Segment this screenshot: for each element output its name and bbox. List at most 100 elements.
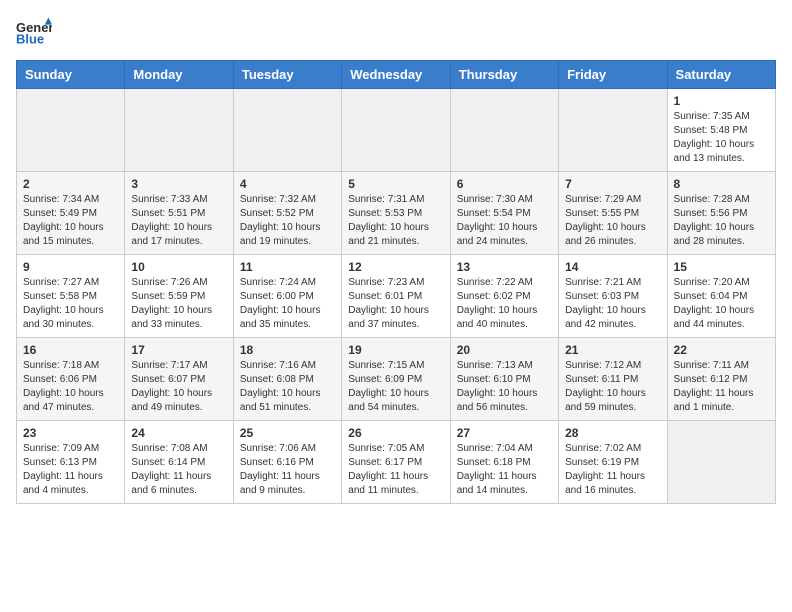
- day-info: Sunrise: 7:32 AM Sunset: 5:52 PM Dayligh…: [240, 193, 335, 249]
- calendar-cell: 9Sunrise: 7:27 AM Sunset: 5:58 PM Daylig…: [17, 255, 125, 338]
- day-number: 23: [23, 426, 118, 440]
- calendar-header-sunday: Sunday: [17, 61, 125, 89]
- logo-icon: General Blue: [16, 16, 52, 52]
- day-info: Sunrise: 7:16 AM Sunset: 6:08 PM Dayligh…: [240, 359, 335, 415]
- day-number: 5: [348, 177, 443, 191]
- calendar-cell: 17 Sunrise: 7:17 AM Sunset: 6:07 PM Dayli…: [125, 338, 233, 421]
- day-number: 16: [23, 343, 118, 357]
- calendar-cell: 3 Sunrise: 7:33 AM Sunset: 5:51 PM Daylig…: [125, 172, 233, 255]
- day-number: 10: [131, 260, 226, 274]
- day-number: 13: [457, 260, 552, 274]
- day-number: 9: [23, 260, 118, 274]
- day-info: Sunrise: 7:11 AM Sunset: 6:12 PM Dayligh…: [674, 359, 769, 415]
- calendar-week-1: 2Sunrise: 7:34 AM Sunset: 5:49 PM Daylig…: [17, 172, 776, 255]
- calendar-cell: 10 Sunrise: 7:26 AM Sunset: 5:59 PM Dayli…: [125, 255, 233, 338]
- day-info: Sunrise: 7:02 AM Sunset: 6:19 PM Dayligh…: [565, 442, 660, 498]
- calendar-cell: 13 Sunrise: 7:22 AM Sunset: 6:02 PM Dayli…: [450, 255, 558, 338]
- logo: General Blue: [16, 16, 52, 52]
- calendar-cell: [667, 421, 775, 504]
- calendar-cell: 14 Sunrise: 7:21 AM Sunset: 6:03 PM Dayli…: [559, 255, 667, 338]
- calendar-week-3: 16 Sunrise: 7:18 AM Sunset: 6:06 PM Dayli…: [17, 338, 776, 421]
- calendar-cell: 2Sunrise: 7:34 AM Sunset: 5:49 PM Daylig…: [17, 172, 125, 255]
- calendar-week-2: 9Sunrise: 7:27 AM Sunset: 5:58 PM Daylig…: [17, 255, 776, 338]
- day-info: Sunrise: 7:23 AM Sunset: 6:01 PM Dayligh…: [348, 276, 443, 332]
- calendar-cell: 16 Sunrise: 7:18 AM Sunset: 6:06 PM Dayli…: [17, 338, 125, 421]
- calendar-cell: 18Sunrise: 7:16 AM Sunset: 6:08 PM Dayli…: [233, 338, 341, 421]
- calendar-cell: [342, 89, 450, 172]
- day-number: 12: [348, 260, 443, 274]
- day-number: 11: [240, 260, 335, 274]
- day-number: 17: [131, 343, 226, 357]
- calendar-cell: 4 Sunrise: 7:32 AM Sunset: 5:52 PM Daylig…: [233, 172, 341, 255]
- calendar-header-friday: Friday: [559, 61, 667, 89]
- calendar-cell: [17, 89, 125, 172]
- calendar-cell: 25 Sunrise: 7:06 AM Sunset: 6:16 PM Dayli…: [233, 421, 341, 504]
- day-number: 19: [348, 343, 443, 357]
- day-number: 21: [565, 343, 660, 357]
- calendar-cell: 12 Sunrise: 7:23 AM Sunset: 6:01 PM Dayli…: [342, 255, 450, 338]
- day-number: 14: [565, 260, 660, 274]
- day-info: Sunrise: 7:29 AM Sunset: 5:55 PM Dayligh…: [565, 193, 660, 249]
- calendar-cell: 22 Sunrise: 7:11 AM Sunset: 6:12 PM Dayli…: [667, 338, 775, 421]
- day-number: 26: [348, 426, 443, 440]
- day-info: Sunrise: 7:33 AM Sunset: 5:51 PM Dayligh…: [131, 193, 226, 249]
- calendar-cell: 8 Sunrise: 7:28 AM Sunset: 5:56 PM Daylig…: [667, 172, 775, 255]
- day-number: 24: [131, 426, 226, 440]
- day-number: 22: [674, 343, 769, 357]
- day-info: Sunrise: 7:05 AM Sunset: 6:17 PM Dayligh…: [348, 442, 443, 498]
- day-info: Sunrise: 7:18 AM Sunset: 6:06 PM Dayligh…: [23, 359, 118, 415]
- day-info: Sunrise: 7:24 AM Sunset: 6:00 PM Dayligh…: [240, 276, 335, 332]
- calendar-header-monday: Monday: [125, 61, 233, 89]
- day-info: Sunrise: 7:31 AM Sunset: 5:53 PM Dayligh…: [348, 193, 443, 249]
- calendar-week-4: 23 Sunrise: 7:09 AM Sunset: 6:13 PM Dayli…: [17, 421, 776, 504]
- day-info: Sunrise: 7:35 AM Sunset: 5:48 PM Dayligh…: [674, 110, 769, 166]
- calendar-cell: 5 Sunrise: 7:31 AM Sunset: 5:53 PM Daylig…: [342, 172, 450, 255]
- day-number: 1: [674, 94, 769, 108]
- day-info: Sunrise: 7:17 AM Sunset: 6:07 PM Dayligh…: [131, 359, 226, 415]
- day-info: Sunrise: 7:12 AM Sunset: 6:11 PM Dayligh…: [565, 359, 660, 415]
- calendar-header-thursday: Thursday: [450, 61, 558, 89]
- day-info: Sunrise: 7:13 AM Sunset: 6:10 PM Dayligh…: [457, 359, 552, 415]
- svg-text:Blue: Blue: [16, 31, 44, 46]
- day-number: 4: [240, 177, 335, 191]
- calendar-cell: 15Sunrise: 7:20 AM Sunset: 6:04 PM Dayli…: [667, 255, 775, 338]
- day-number: 27: [457, 426, 552, 440]
- calendar-cell: 20 Sunrise: 7:13 AM Sunset: 6:10 PM Dayli…: [450, 338, 558, 421]
- day-number: 3: [131, 177, 226, 191]
- calendar-header-wednesday: Wednesday: [342, 61, 450, 89]
- page-header: General Blue: [16, 16, 776, 52]
- day-number: 8: [674, 177, 769, 191]
- day-number: 2: [23, 177, 118, 191]
- day-info: Sunrise: 7:15 AM Sunset: 6:09 PM Dayligh…: [348, 359, 443, 415]
- day-info: Sunrise: 7:04 AM Sunset: 6:18 PM Dayligh…: [457, 442, 552, 498]
- day-number: 28: [565, 426, 660, 440]
- calendar-cell: 26 Sunrise: 7:05 AM Sunset: 6:17 PM Dayli…: [342, 421, 450, 504]
- day-number: 6: [457, 177, 552, 191]
- calendar-cell: 6 Sunrise: 7:30 AM Sunset: 5:54 PM Daylig…: [450, 172, 558, 255]
- calendar-cell: [125, 89, 233, 172]
- day-info: Sunrise: 7:21 AM Sunset: 6:03 PM Dayligh…: [565, 276, 660, 332]
- day-number: 25: [240, 426, 335, 440]
- day-info: Sunrise: 7:28 AM Sunset: 5:56 PM Dayligh…: [674, 193, 769, 249]
- calendar-cell: 28 Sunrise: 7:02 AM Sunset: 6:19 PM Dayli…: [559, 421, 667, 504]
- calendar-cell: 1 Sunrise: 7:35 AM Sunset: 5:48 PM Daylig…: [667, 89, 775, 172]
- calendar-week-0: 1 Sunrise: 7:35 AM Sunset: 5:48 PM Daylig…: [17, 89, 776, 172]
- calendar-header-row: SundayMondayTuesdayWednesdayThursdayFrid…: [17, 61, 776, 89]
- calendar-cell: [450, 89, 558, 172]
- calendar-cell: 19 Sunrise: 7:15 AM Sunset: 6:09 PM Dayli…: [342, 338, 450, 421]
- day-info: Sunrise: 7:26 AM Sunset: 5:59 PM Dayligh…: [131, 276, 226, 332]
- day-info: Sunrise: 7:30 AM Sunset: 5:54 PM Dayligh…: [457, 193, 552, 249]
- day-info: Sunrise: 7:20 AM Sunset: 6:04 PM Dayligh…: [674, 276, 769, 332]
- day-number: 20: [457, 343, 552, 357]
- day-info: Sunrise: 7:06 AM Sunset: 6:16 PM Dayligh…: [240, 442, 335, 498]
- calendar-header-tuesday: Tuesday: [233, 61, 341, 89]
- day-info: Sunrise: 7:09 AM Sunset: 6:13 PM Dayligh…: [23, 442, 118, 498]
- calendar-cell: 21 Sunrise: 7:12 AM Sunset: 6:11 PM Dayli…: [559, 338, 667, 421]
- day-info: Sunrise: 7:08 AM Sunset: 6:14 PM Dayligh…: [131, 442, 226, 498]
- calendar-cell: 11 Sunrise: 7:24 AM Sunset: 6:00 PM Dayli…: [233, 255, 341, 338]
- calendar-table: SundayMondayTuesdayWednesdayThursdayFrid…: [16, 60, 776, 504]
- day-info: Sunrise: 7:22 AM Sunset: 6:02 PM Dayligh…: [457, 276, 552, 332]
- calendar-header-saturday: Saturday: [667, 61, 775, 89]
- calendar-cell: 7Sunrise: 7:29 AM Sunset: 5:55 PM Daylig…: [559, 172, 667, 255]
- calendar-cell: 27 Sunrise: 7:04 AM Sunset: 6:18 PM Dayli…: [450, 421, 558, 504]
